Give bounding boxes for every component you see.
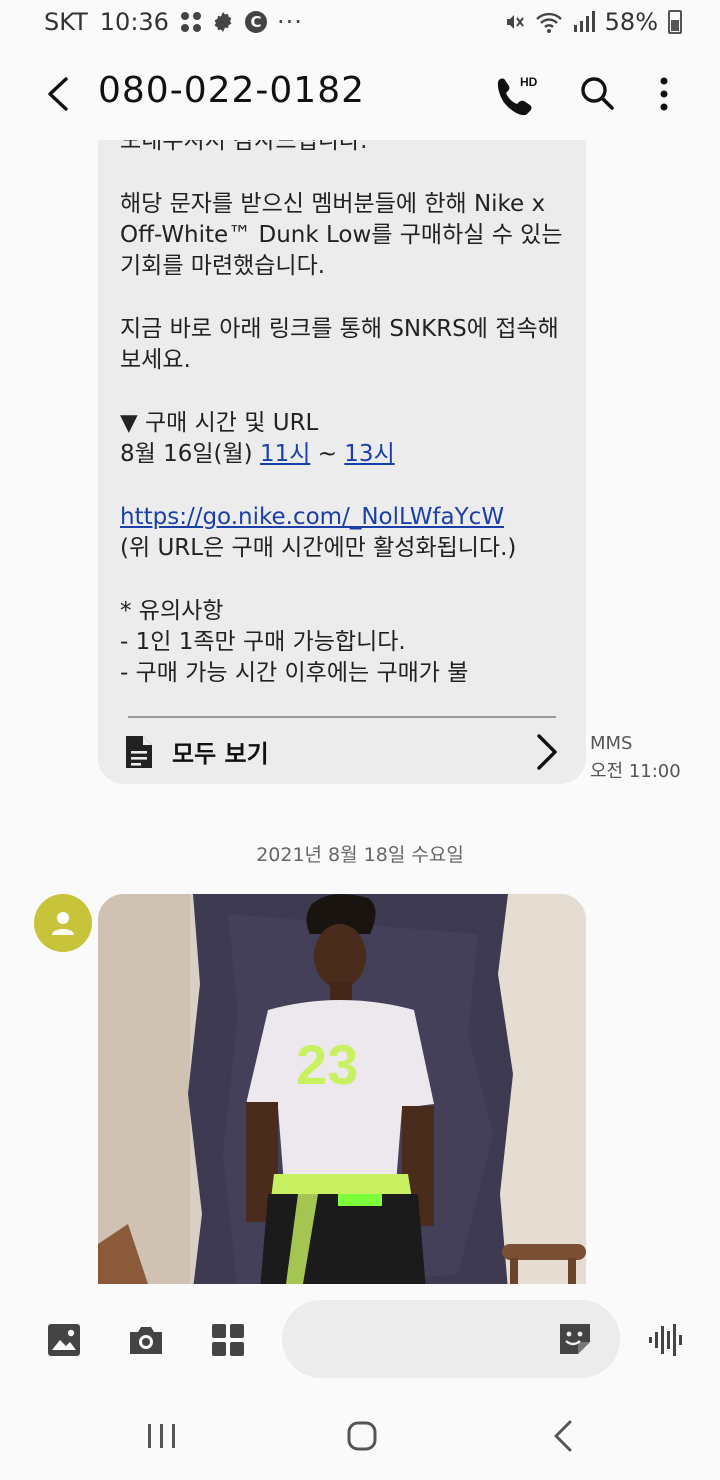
status-left: SKT 10:36 C ··· (44, 8, 303, 36)
notice-heading: * 유의사항 (120, 598, 224, 624)
notification-icons: C ··· (180, 8, 303, 36)
notice-item-2: - 구매 가능 시간 이후에는 구매가 불 (120, 660, 469, 686)
message-time: 오전 11:00 (590, 761, 681, 782)
apps-icon[interactable] (208, 1320, 248, 1360)
message-line-top: 모내주셔서 감사드립니다. (120, 140, 368, 154)
c-badge-icon: C (244, 11, 267, 33)
more-vert-icon (660, 77, 668, 111)
schedule-date: 8월 16일(월) (120, 441, 260, 467)
view-all-label: 모두 보기 (172, 740, 269, 768)
document-icon (126, 736, 152, 768)
compose-bar (0, 1284, 720, 1396)
time-start-link[interactable]: 11시 (260, 441, 310, 467)
search-icon (581, 77, 614, 110)
schedule-line: 8월 16일(월) 11시 ~ 13시 (120, 439, 568, 470)
battery-percent: 58% (604, 8, 658, 36)
message-paragraph-1: 해당 문자를 받으신 멤버분들에 한해 Nike x Off-White™ Du… (120, 191, 563, 279)
wifi-icon (535, 12, 562, 33)
system-nav-bar (0, 1396, 720, 1480)
mms-image[interactable]: 23 (98, 894, 586, 1284)
overflow-indicator: ··· (276, 8, 303, 36)
apps-grid-icon (180, 12, 201, 32)
bubble-divider (128, 716, 556, 718)
shirt-number: 23 (296, 1033, 358, 1096)
gallery-icon[interactable] (44, 1320, 84, 1360)
message-body: 모내주셔서 감사드립니다. 해당 문자를 받으신 멤버분들에 한해 Nike x… (120, 140, 568, 689)
mms-photo-illustration: 23 (98, 894, 586, 1284)
search-button[interactable] (574, 70, 622, 118)
mute-icon (506, 15, 524, 29)
schedule-heading: ▼ 구매 시간 및 URL (120, 410, 319, 436)
message-list[interactable]: 모내주셔서 감사드립니다. 해당 문자를 받으신 멤버분들에 한해 Nike x… (0, 140, 720, 1284)
camera-icon[interactable] (126, 1320, 166, 1360)
back-arrow-icon (48, 77, 68, 111)
settings-gear-icon (214, 12, 232, 32)
hd-call-icon: HD (497, 75, 538, 116)
message-input[interactable] (282, 1300, 620, 1378)
hd-badge: HD (520, 75, 538, 89)
notice-item-1: - 1인 1족만 구매 가능합니다. (120, 629, 406, 655)
message-paragraph-2: 지금 바로 아래 링크를 통해 SNKRS에 접속해보세요. (120, 316, 559, 373)
hd-call-button[interactable]: HD (490, 70, 538, 118)
status-bar: SKT 10:36 C ··· 58% (0, 0, 720, 48)
message-meta: MMS 오전 11:00 (590, 730, 681, 786)
avatar[interactable] (34, 894, 92, 952)
chevron-right-icon (537, 734, 557, 770)
back-button[interactable] (34, 70, 82, 118)
time-end-link[interactable]: 13시 (344, 441, 394, 467)
date-separator: 2021년 8월 18일 수요일 (256, 844, 464, 866)
messages-screen: SKT 10:36 C ··· 58% 080-022-0182 HD 모내주셔… (0, 0, 720, 1480)
sticker-icon[interactable] (556, 1320, 594, 1358)
url-note: (위 URL은 구매 시간에만 활성화됩니다.) (120, 535, 517, 561)
more-options-button[interactable] (640, 70, 688, 118)
signal-icon (573, 11, 595, 32)
person-icon (52, 912, 74, 935)
recents-icon[interactable] (142, 1416, 182, 1456)
back-icon[interactable] (544, 1416, 584, 1456)
battery-icon (668, 10, 682, 34)
nike-url-link[interactable]: https://go.nike.com/_NolLWfaYcW (120, 502, 568, 533)
conversation-title: 080-022-0182 (98, 70, 366, 111)
status-right: 58% (501, 8, 682, 36)
message-bubble[interactable]: 모내주셔서 감사드립니다. 해당 문자를 받으신 멤버분들에 한해 Nike x… (98, 140, 586, 784)
view-all-button[interactable]: 모두 보기 (98, 720, 586, 784)
home-icon[interactable] (342, 1416, 382, 1456)
clock: 10:36 (99, 8, 169, 36)
time-separator: ~ (310, 441, 345, 467)
carrier-label: SKT (44, 8, 88, 36)
voice-icon[interactable] (646, 1320, 686, 1360)
conversation-header: 080-022-0182 HD (0, 52, 720, 136)
message-type: MMS (590, 733, 633, 754)
